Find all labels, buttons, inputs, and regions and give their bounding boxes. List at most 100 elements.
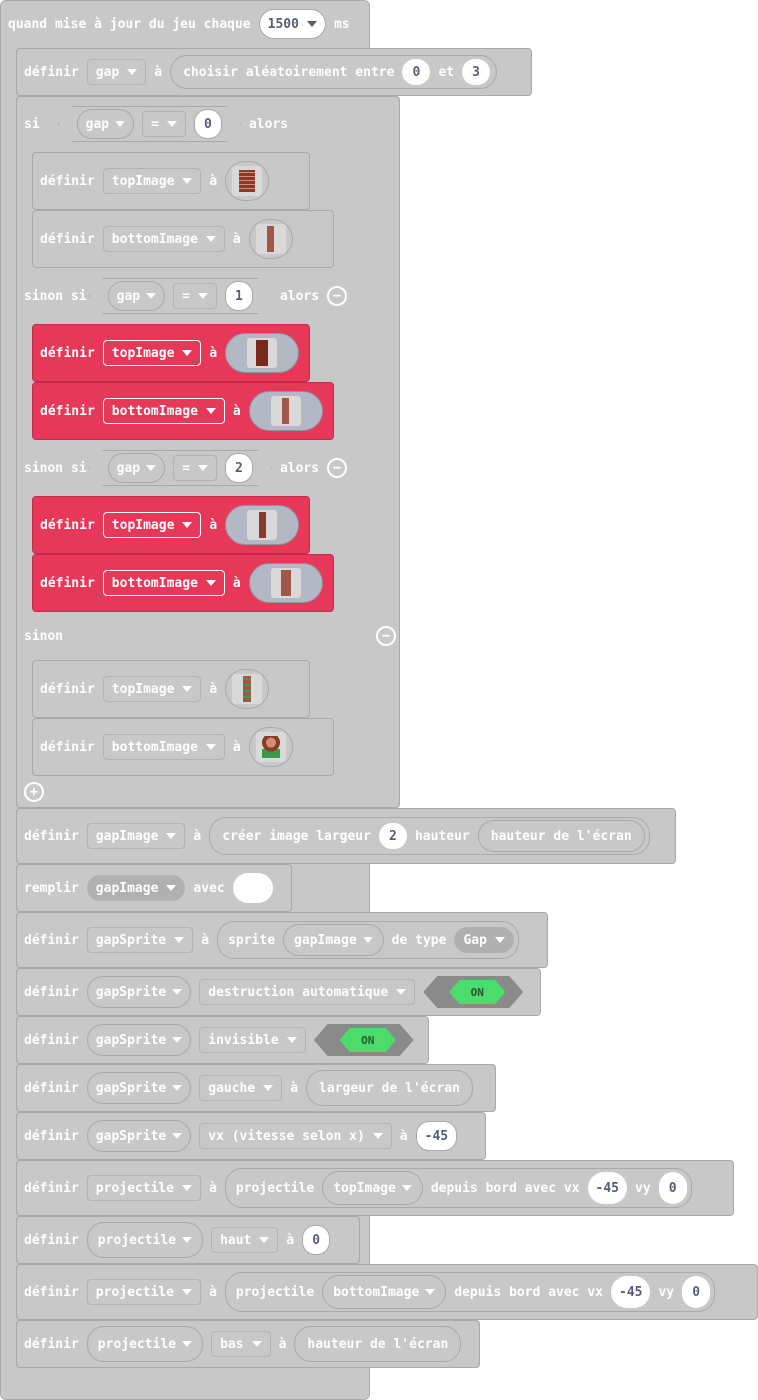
si-label: si: [24, 116, 40, 132]
screen-width-reporter[interactable]: largeur de l'écran: [306, 1070, 473, 1106]
hauteur-label: hauteur: [414, 828, 470, 844]
var-topimage-reporter[interactable]: topImage: [322, 1171, 423, 1205]
var-gapimage-dropdown[interactable]: gapImage: [86, 875, 186, 901]
projectile-reporter[interactable]: projectile topImage depuis bord avec vx …: [224, 1168, 692, 1208]
var-bottomimage-dropdown[interactable]: bottomImage: [102, 226, 225, 252]
cmp-value-1[interactable]: 1: [225, 281, 253, 311]
chevron-down-icon: [115, 121, 125, 127]
top-value[interactable]: 0: [302, 1225, 331, 1255]
condition-0[interactable]: gap = 0: [58, 106, 241, 142]
condition-1[interactable]: gap = 1: [89, 278, 272, 314]
definir-label: définir: [24, 984, 79, 1000]
create-image-label: créer image largeur: [222, 828, 371, 844]
var-gapsprite-reporter[interactable]: gapSprite: [86, 1072, 192, 1104]
var-gapimage-reporter[interactable]: gapImage: [283, 924, 384, 956]
random-reporter[interactable]: choisir aléatoirement entre 0 et 3: [170, 55, 498, 89]
on-toggle[interactable]: ON: [449, 980, 505, 1004]
var-projectile-dropdown[interactable]: projectile: [86, 1175, 202, 1201]
sprite-kind-dropdown[interactable]: Gap: [454, 927, 514, 953]
var-topimage-dropdown[interactable]: topImage: [102, 168, 202, 194]
var-gapsprite-reporter[interactable]: gapSprite: [86, 1024, 192, 1056]
property-dropdown[interactable]: gauche: [199, 1075, 283, 1101]
proj-vx-value[interactable]: -45: [587, 1172, 628, 1204]
property-dropdown[interactable]: vx (vitesse selon x): [199, 1123, 392, 1149]
toggle-container[interactable]: ON: [423, 976, 523, 1008]
chevron-down-icon: [362, 937, 373, 943]
toggle-container[interactable]: ON: [314, 1024, 414, 1056]
var-gapsprite-reporter[interactable]: gapSprite: [86, 1120, 192, 1152]
width-value[interactable]: 2: [378, 823, 407, 849]
var-gap-reporter[interactable]: gap: [108, 453, 165, 483]
var-gapimage-dropdown[interactable]: gapImage: [86, 823, 186, 849]
vx-value[interactable]: -45: [415, 1121, 458, 1151]
condition-2[interactable]: gap = 2: [89, 450, 272, 486]
brick-grid-image-icon: [239, 170, 256, 192]
var-topimage-dropdown[interactable]: topImage: [102, 512, 202, 538]
sprite-reporter[interactable]: sprite gapImage de type Gap: [217, 921, 519, 959]
flag-dropdown[interactable]: invisible: [199, 1027, 306, 1053]
random-label: choisir aléatoirement entre: [183, 64, 395, 80]
plus-circle-icon[interactable]: +: [24, 782, 44, 802]
image-thumbnail[interactable]: [225, 669, 270, 709]
definir-label: définir: [24, 1180, 79, 1196]
alors-label: alors: [248, 116, 289, 132]
color-swatch[interactable]: [232, 873, 273, 903]
definir-label: définir: [24, 1032, 79, 1048]
projectile-label: projectile: [235, 1180, 315, 1196]
on-toggle[interactable]: ON: [340, 1028, 396, 1052]
image-thumbnail[interactable]: [248, 219, 293, 259]
sinon-label: sinon: [24, 628, 64, 644]
image-thumbnail[interactable]: [225, 161, 270, 201]
create-image-reporter[interactable]: créer image largeur 2 hauteur hauteur de…: [209, 817, 650, 855]
var-bottomimage-dropdown[interactable]: bottomImage: [102, 398, 225, 424]
eq-dropdown[interactable]: =: [142, 111, 186, 137]
var-gap-reporter[interactable]: gap: [77, 109, 134, 139]
proj-vx-value[interactable]: -45: [611, 1276, 651, 1308]
definir-label: définir: [40, 345, 95, 361]
a-label: à: [278, 1336, 287, 1352]
a-label: à: [290, 1080, 299, 1096]
proj-vy-value[interactable]: 0: [682, 1276, 711, 1308]
minus-circle-icon[interactable]: −: [327, 458, 348, 478]
chevron-down-icon: [425, 1289, 436, 1295]
chevron-down-icon: [182, 686, 193, 692]
property-dropdown[interactable]: haut: [211, 1227, 279, 1253]
minus-circle-icon[interactable]: −: [376, 626, 396, 646]
cmp-value-0[interactable]: 0: [194, 109, 222, 139]
random-min[interactable]: 0: [402, 59, 431, 85]
var-gapsprite-reporter[interactable]: gapSprite: [86, 976, 192, 1008]
sinon-si-label: sinon si: [24, 460, 87, 476]
var-projectile-reporter[interactable]: projectile: [86, 1222, 204, 1258]
image-thumbnail[interactable]: [248, 727, 293, 767]
var-topimage-dropdown[interactable]: topImage: [102, 340, 202, 366]
var-gap-dropdown[interactable]: gap: [86, 59, 147, 85]
cmp-value-2[interactable]: 2: [225, 453, 253, 483]
interval-dropdown[interactable]: 1500: [258, 9, 326, 39]
var-gap-reporter[interactable]: gap: [108, 281, 165, 311]
image-thumbnail[interactable]: [225, 505, 300, 545]
flag-dropdown[interactable]: destruction automatique: [199, 979, 416, 1005]
projectile-reporter[interactable]: projectile bottomImage depuis bord avec …: [224, 1272, 716, 1312]
vy-label: vy: [635, 1180, 651, 1196]
var-bottomimage-dropdown[interactable]: bottomImage: [102, 570, 225, 596]
image-thumbnail[interactable]: [248, 563, 323, 603]
random-max[interactable]: 3: [462, 59, 491, 85]
var-projectile-reporter[interactable]: projectile: [86, 1326, 204, 1362]
var-bottomimage-dropdown[interactable]: bottomImage: [102, 734, 225, 760]
screen-height-reporter[interactable]: hauteur de l'écran: [477, 820, 645, 852]
var-projectile-dropdown[interactable]: projectile: [86, 1279, 202, 1305]
definir-label: définir: [40, 403, 95, 419]
var-bottomimage-reporter[interactable]: bottomImage: [322, 1275, 447, 1309]
eq-dropdown[interactable]: =: [173, 455, 217, 481]
minus-circle-icon[interactable]: −: [327, 286, 348, 306]
proj-vy-value[interactable]: 0: [658, 1172, 687, 1204]
image-thumbnail[interactable]: [225, 333, 300, 373]
var-topimage-dropdown[interactable]: topImage: [102, 676, 202, 702]
a-label: à: [232, 231, 241, 247]
interval-value: 1500: [267, 16, 299, 32]
var-gapsprite-dropdown[interactable]: gapSprite: [86, 927, 194, 953]
property-dropdown[interactable]: bas: [211, 1331, 271, 1357]
image-thumbnail[interactable]: [248, 391, 323, 431]
screen-height-reporter[interactable]: hauteur de l'écran: [294, 1326, 462, 1362]
eq-dropdown[interactable]: =: [173, 283, 217, 309]
